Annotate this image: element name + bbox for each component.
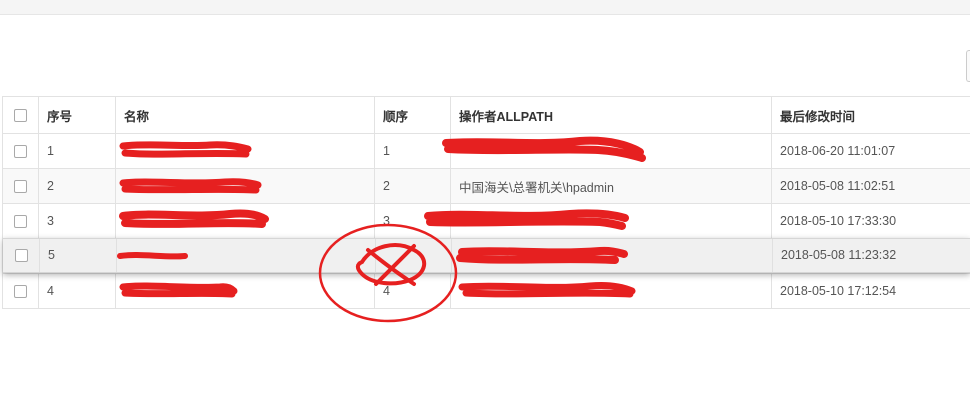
cell-seq: 3 (38, 203, 116, 239)
table-row[interactable]: 3 3 2018-05-10 17:33:30 (2, 203, 970, 239)
data-grid: 序号 名称 顺序 操作者ALLPATH 最后修改时间 1 1 2018-06-2… (2, 96, 970, 309)
column-header-order[interactable]: 顺序 (374, 96, 451, 134)
cell-modified: 2018-05-10 17:33:30 (771, 203, 970, 239)
column-header-operator[interactable]: 操作者ALLPATH (450, 96, 772, 134)
cell-seq: 5 (39, 239, 116, 272)
cell-name (115, 168, 375, 204)
cell-order: 4 (374, 273, 451, 309)
row-checkbox[interactable] (14, 180, 27, 194)
column-header-name[interactable]: 名称 (115, 96, 375, 134)
cell-order: 3 (374, 203, 451, 239)
row-checkbox[interactable] (14, 249, 28, 263)
cell-seq: 1 (38, 133, 116, 169)
cell-operator (450, 203, 772, 239)
column-header-seq[interactable]: 序号 (38, 96, 116, 134)
cell-name (115, 133, 375, 169)
cell-modified: 2018-05-08 11:02:51 (771, 168, 970, 204)
cell-name (115, 273, 375, 309)
row-checkbox[interactable] (14, 285, 27, 299)
table-row[interactable]: 2 2 中国海关\总署机关\hpadmin 2018-05-08 11:02:5… (2, 168, 970, 204)
cell-order (375, 239, 451, 272)
table-row[interactable]: 4 4 2018-05-10 17:12:54 (2, 273, 970, 309)
cell-modified: 2018-06-20 11:01:07 (771, 133, 970, 169)
dragging-row[interactable]: 5 2018-05-08 11:23:32 (3, 238, 970, 273)
table-header-row: 序号 名称 顺序 操作者ALLPATH 最后修改时间 (2, 96, 970, 134)
table-row[interactable]: 1 1 2018-06-20 11:01:07 (2, 133, 970, 169)
cell-name (115, 203, 375, 239)
cell-name (116, 239, 375, 272)
cell-seq: 2 (38, 168, 116, 204)
cell-operator (450, 273, 772, 309)
cell-operator (451, 239, 772, 272)
select-all-checkbox[interactable] (14, 109, 27, 123)
cell-order: 2 (374, 168, 451, 204)
cell-modified: 2018-05-10 17:12:54 (771, 273, 970, 309)
select-all-header[interactable] (2, 96, 39, 134)
column-header-modified[interactable]: 最后修改时间 (771, 96, 970, 134)
cell-operator: 中国海关\总署机关\hpadmin (450, 168, 772, 204)
right-edge-control[interactable] (966, 50, 970, 82)
cell-order: 1 (374, 133, 451, 169)
row-checkbox[interactable] (14, 215, 27, 229)
row-checkbox[interactable] (14, 145, 27, 159)
top-toolbar-strip (0, 0, 970, 15)
cell-modified: 2018-05-08 11:23:32 (772, 239, 970, 272)
cell-operator (450, 133, 772, 169)
cell-seq: 4 (38, 273, 116, 309)
